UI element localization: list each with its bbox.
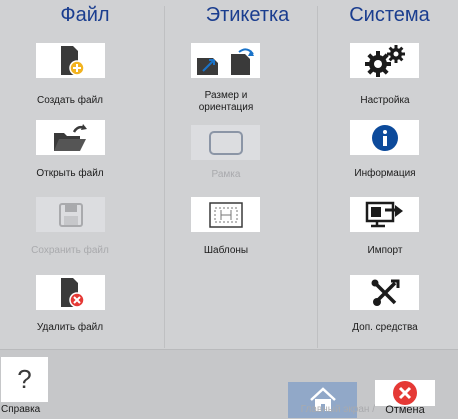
templates-label: Шаблоны: [203, 245, 249, 256]
cancel-label: Отмена: [385, 404, 425, 416]
settings-button[interactable]: [350, 43, 419, 78]
open-file-label: Открыть файл: [36, 168, 104, 179]
tools-button[interactable]: [350, 275, 419, 310]
help-icon: ?: [17, 364, 32, 394]
information-button[interactable]: [350, 120, 419, 155]
frame-button[interactable]: [191, 125, 260, 160]
settings-label: Настройка: [360, 95, 410, 106]
delete-file-icon: [60, 277, 85, 308]
import-label: Импорт: [367, 245, 403, 256]
delete-file-label: Удалить файл: [36, 322, 104, 333]
new-file-icon: [60, 45, 85, 76]
size-orientation-label: Размер и ориентация: [198, 90, 254, 113]
templates-button[interactable]: [191, 197, 260, 232]
system-column-title: Система: [349, 4, 430, 26]
tools-label: Доп. средства: [352, 322, 418, 333]
import-button[interactable]: [350, 197, 419, 232]
column-divider: [317, 6, 318, 348]
gear-icon: [364, 44, 405, 77]
import-icon: [365, 201, 403, 227]
cancel-button[interactable]: [375, 380, 435, 406]
info-icon: [371, 124, 398, 151]
information-label: Информация: [354, 168, 416, 179]
help-button[interactable]: ?: [1, 357, 48, 402]
save-icon: [58, 202, 83, 227]
help-label: Справка: [1, 404, 41, 415]
save-file-button[interactable]: [36, 197, 105, 232]
close-icon: [393, 381, 417, 405]
create-file-label: Создать файл: [37, 95, 103, 106]
save-file-label: Сохранить файл: [31, 245, 109, 256]
tools-icon: [371, 279, 399, 306]
open-file-button[interactable]: [36, 120, 105, 155]
open-folder-icon: [53, 123, 87, 151]
frame-label: Рамка: [211, 169, 241, 180]
resize-rotate-icon: [196, 47, 254, 75]
delete-file-button[interactable]: [36, 275, 105, 310]
column-divider: [164, 6, 165, 348]
template-icon: [208, 201, 243, 228]
file-column-title: Файл: [60, 4, 110, 26]
frame-icon: [208, 130, 243, 155]
home-label: Главный экран /: [300, 404, 375, 415]
label-column-title: Этикетка: [205, 4, 290, 26]
create-file-button[interactable]: [36, 43, 105, 78]
size-orientation-button[interactable]: [191, 43, 260, 78]
